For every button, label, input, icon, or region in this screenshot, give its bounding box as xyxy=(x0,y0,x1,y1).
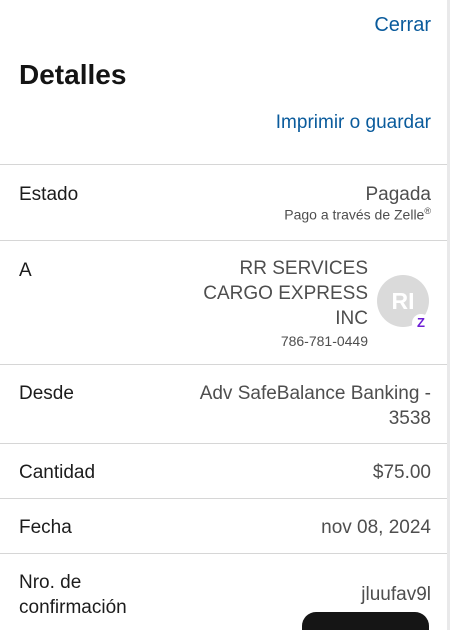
confirmation-label: Nro. de confirmación xyxy=(19,570,127,620)
page-title: Detalles xyxy=(19,59,127,90)
status-label: Estado xyxy=(19,184,79,205)
registered-mark: ® xyxy=(424,206,431,216)
payment-method-label: Pago a través de Zelle xyxy=(284,206,425,223)
amount-label: Cantidad xyxy=(19,462,96,483)
source-account-row: Desde Adv SafeBalance Banking - 3538 xyxy=(0,364,447,444)
recipient-name-line: CARGO EXPRESS xyxy=(203,283,368,304)
amount-value: $75.00 xyxy=(372,462,431,483)
source-account-line: Adv SafeBalance Banking - xyxy=(199,383,431,404)
confirmation-label-line: Nro. de xyxy=(19,572,82,593)
recipient-name-line: INC xyxy=(335,308,368,329)
bottom-action-button[interactable] xyxy=(302,612,429,630)
amount-row: Cantidad $75.00 xyxy=(0,443,447,499)
source-account-value: Adv SafeBalance Banking - 3538 xyxy=(200,381,431,431)
close-link[interactable]: Cerrar xyxy=(374,14,431,37)
date-value: nov 08, 2024 xyxy=(321,517,431,538)
status-value: Pagada xyxy=(365,184,431,205)
date-label: Fecha xyxy=(19,517,72,538)
confirmation-value: jluufav9l xyxy=(361,584,431,605)
confirmation-label-line: confirmación xyxy=(19,597,127,618)
recipient-name-line: RR SERVICES xyxy=(239,258,368,279)
status-row: Estado Pagada Pago a través de Zelle® xyxy=(0,164,447,240)
recipient-phone: 786-781-0449 xyxy=(280,333,368,349)
source-account-label: Desde xyxy=(19,383,74,404)
zelle-badge-icon: Z xyxy=(412,314,430,332)
payment-method-text: Pago a través de Zelle® xyxy=(284,206,431,223)
zelle-badge-glyph: Z xyxy=(417,315,425,330)
recipient-label: A xyxy=(19,260,32,281)
transaction-details-sheet: Cerrar Detalles Imprimir o guardar Estad… xyxy=(0,0,447,630)
date-row: Fecha nov 08, 2024 xyxy=(0,498,447,554)
recipient-name: RR SERVICES CARGO EXPRESS INC xyxy=(203,256,368,331)
print-or-save-link[interactable]: Imprimir o guardar xyxy=(276,112,431,134)
recipient-row: A RR SERVICES CARGO EXPRESS INC 786-781-… xyxy=(0,240,447,365)
source-account-line: 3538 xyxy=(388,408,431,429)
